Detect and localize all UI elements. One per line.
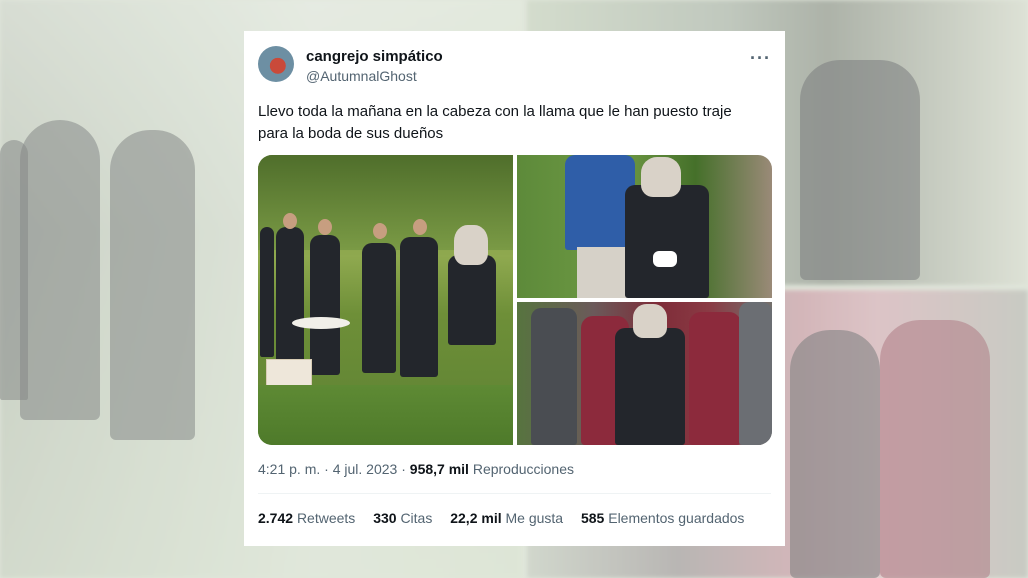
avatar[interactable] bbox=[258, 46, 294, 82]
tweet-text: Llevo toda la mañana en la cabeza con la… bbox=[258, 101, 768, 145]
tweet-text-line-2: para la boda de sus dueños bbox=[258, 125, 444, 142]
stat-retweets-count: 2.742 bbox=[258, 510, 294, 526]
stat-bookmarks-label: Elementos guardados bbox=[608, 510, 745, 526]
tweet-stats: 2.742 Retweets 330 Citas 22,2 mil Me gus… bbox=[258, 508, 758, 528]
more-options-icon[interactable]: ··· bbox=[750, 48, 771, 69]
tweet-date[interactable]: 4 jul. 2023 bbox=[333, 461, 398, 477]
tweet-time[interactable]: 4:21 p. m. bbox=[258, 461, 320, 477]
meta-separator: · bbox=[324, 461, 329, 477]
stat-bookmarks[interactable]: 585 Elementos guardados bbox=[581, 508, 744, 528]
stat-likes-count: 22,2 mil bbox=[450, 510, 502, 526]
stat-retweets[interactable]: 2.742 Retweets bbox=[258, 508, 355, 528]
views-label: Reproducciones bbox=[472, 461, 574, 477]
media-photo-1[interactable] bbox=[258, 155, 513, 445]
tweet-card[interactable]: cangrejo simpático @AutumnalGhost ··· Ll… bbox=[244, 31, 785, 546]
user-handle[interactable]: @AutumnalGhost bbox=[306, 66, 443, 86]
stat-likes-label: Me gusta bbox=[505, 510, 564, 526]
author-names: cangrejo simpático @AutumnalGhost bbox=[306, 48, 443, 86]
stat-bookmarks-count: 585 bbox=[580, 510, 605, 526]
divider bbox=[258, 493, 771, 494]
stat-quotes[interactable]: 330 Citas bbox=[373, 508, 432, 528]
tweet-meta: 4:21 p. m. · 4 jul. 2023 · 958,7 mil Rep… bbox=[258, 459, 574, 479]
views-count: 958,7 mil bbox=[409, 461, 469, 477]
tweet-header: cangrejo simpático @AutumnalGhost ··· bbox=[258, 46, 771, 86]
media-photo-3[interactable] bbox=[517, 302, 772, 445]
tweet-text-line-1: Llevo toda la mañana en la cabeza con la… bbox=[258, 103, 732, 120]
display-name[interactable]: cangrejo simpático bbox=[306, 48, 443, 66]
media-grid bbox=[258, 155, 772, 445]
meta-separator-2: · bbox=[401, 461, 406, 477]
stat-quotes-count: 330 bbox=[373, 510, 397, 526]
stat-retweets-label: Retweets bbox=[296, 510, 356, 526]
media-photo-2[interactable] bbox=[517, 155, 772, 298]
stat-likes[interactable]: 22,2 mil Me gusta bbox=[450, 508, 563, 528]
stat-quotes-label: Citas bbox=[400, 510, 433, 526]
